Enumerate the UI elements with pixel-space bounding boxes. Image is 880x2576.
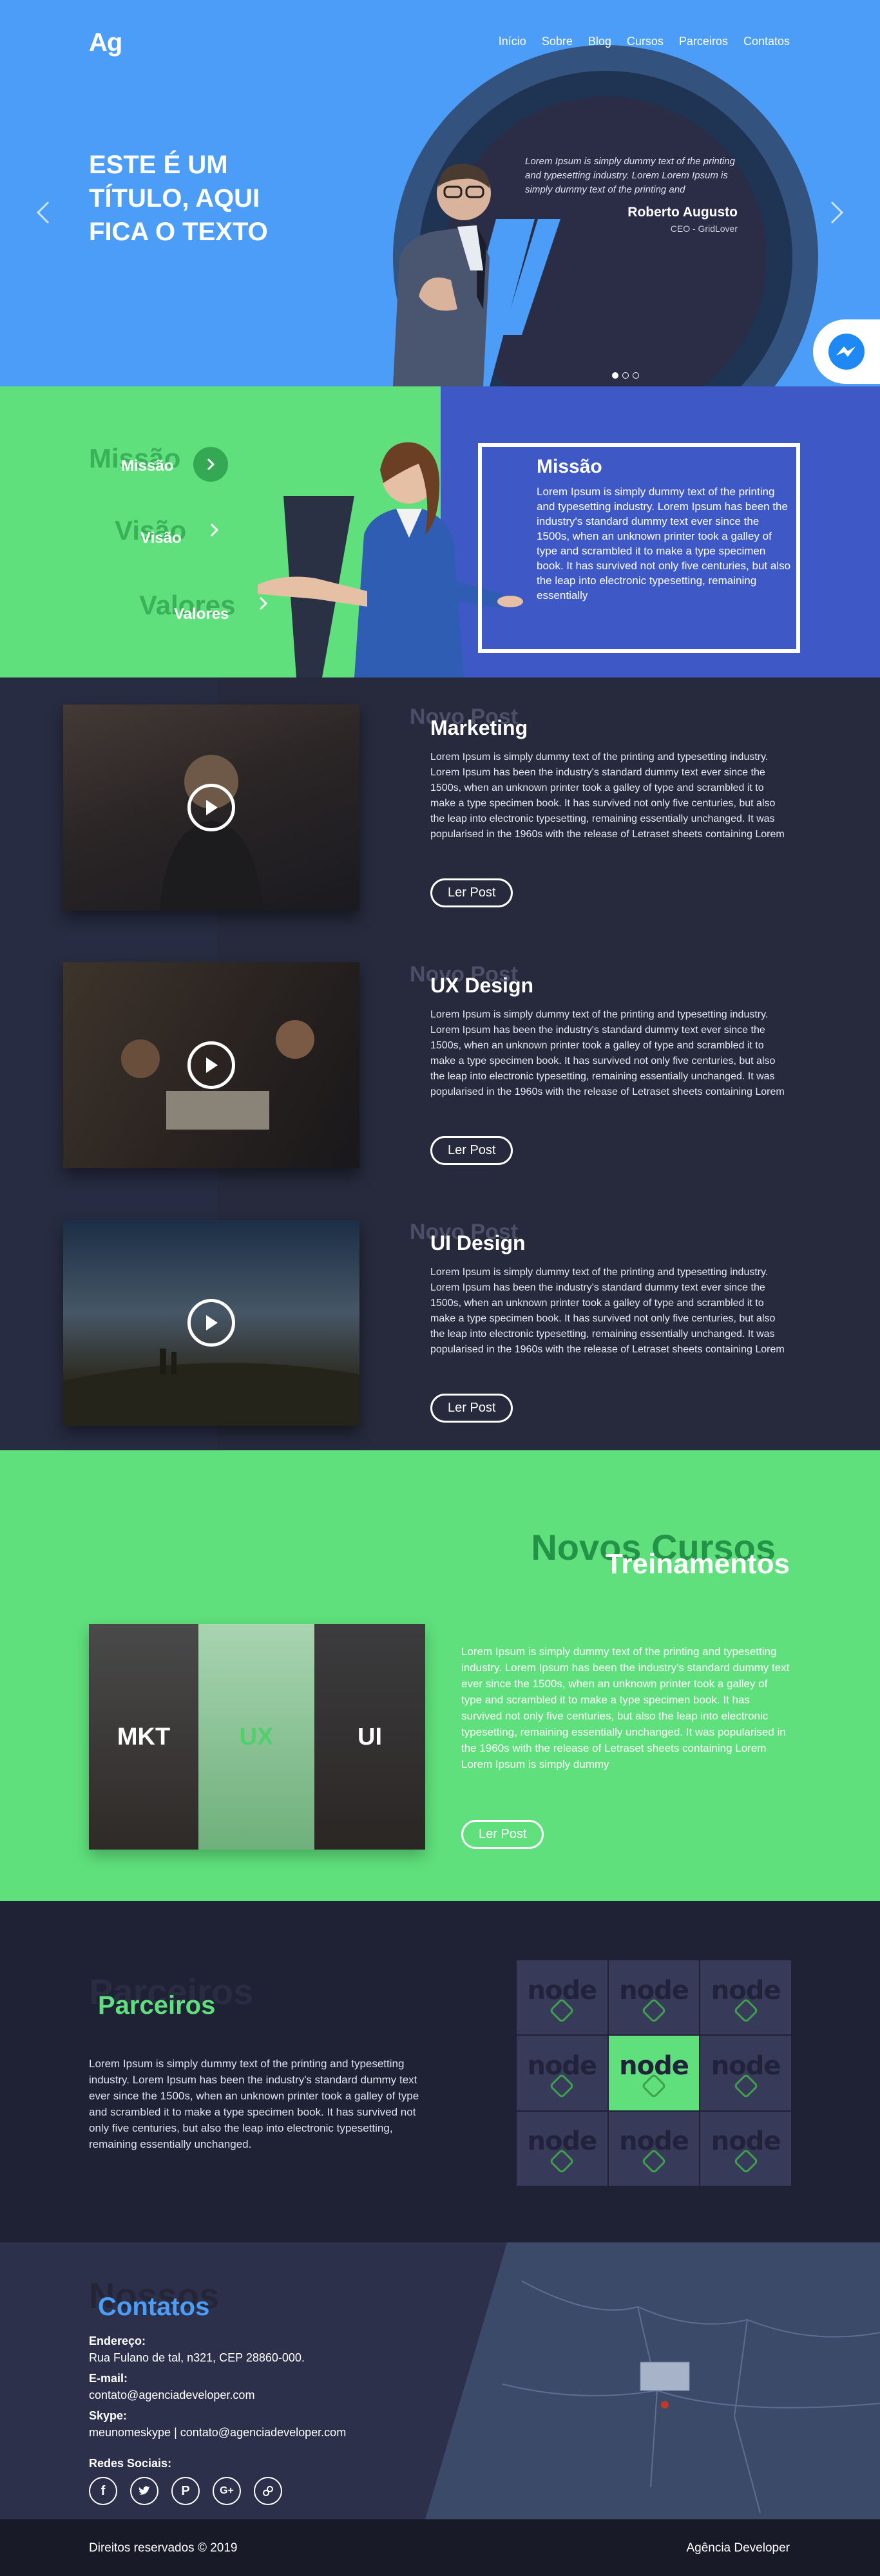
pinterest-icon[interactable]: P xyxy=(171,2477,200,2505)
courses-title: Treinamentos xyxy=(605,1548,790,1580)
messenger-button[interactable] xyxy=(813,319,880,384)
nav-item-cursos[interactable]: Cursos xyxy=(627,35,664,48)
google-plus-icon[interactable]: G+ xyxy=(213,2477,241,2505)
partner-logo[interactable]: node xyxy=(608,1960,700,2035)
hero-section: Ag Início Sobre Blog Cursos Parceiros Co… xyxy=(0,0,880,386)
messenger-icon xyxy=(828,334,865,370)
partner-logo[interactable]: node xyxy=(608,2111,700,2186)
tab-visao[interactable]: Visão xyxy=(140,529,182,547)
nav-item-contatos[interactable]: Contatos xyxy=(743,35,790,48)
play-button[interactable] xyxy=(187,1299,235,1347)
address-label: Endereço: xyxy=(89,2334,146,2347)
footer: Direitos reservados © 2019 Agência Devel… xyxy=(0,2519,880,2576)
read-post-button[interactable]: Ler Post xyxy=(430,1394,513,1423)
play-icon xyxy=(206,1315,218,1331)
partner-logo-active[interactable]: node xyxy=(608,2036,700,2110)
post-title-ux[interactable]: UX Design xyxy=(430,974,533,998)
mission-box: Missão Lorem Ipsum is simply dummy text … xyxy=(537,456,794,603)
map-graphic xyxy=(502,2280,880,2514)
address-value: Rua Fulano de tal, n321, CEP 28860-000. xyxy=(89,2351,305,2364)
email-link[interactable]: contato@agenciadeveloper.com xyxy=(89,2389,254,2401)
partner-logo[interactable]: node xyxy=(517,2111,607,2186)
course-card-ui[interactable]: UI xyxy=(314,1624,425,1850)
partner-logo[interactable]: node xyxy=(700,1960,791,2035)
post-image-ux[interactable] xyxy=(63,962,359,1168)
skype-label: Skype: xyxy=(89,2409,128,2422)
quote-author-name: Roberto Augusto xyxy=(627,205,738,220)
course-card-mkt[interactable]: MKT xyxy=(89,1624,198,1850)
main-nav: Início Sobre Blog Cursos Parceiros Conta… xyxy=(499,35,790,48)
course-cards: MKT UX UI xyxy=(89,1624,425,1850)
partner-logo[interactable]: node xyxy=(700,2036,791,2110)
partners-text: Lorem Ipsum is simply dummy text of the … xyxy=(89,2058,419,2150)
email-label: E-mail: xyxy=(89,2372,128,2385)
footer-copyright: Direitos reservados © 2019 xyxy=(89,2541,238,2555)
post-title-marketing[interactable]: Marketing xyxy=(430,716,528,740)
skype-value[interactable]: meunomeskype | contato@agenciadeveloper.… xyxy=(89,2426,346,2439)
partner-logo[interactable]: node xyxy=(517,2036,607,2110)
play-button[interactable] xyxy=(187,784,235,831)
post-text-marketing: Lorem Ipsum is simply dummy text of the … xyxy=(430,752,785,840)
facebook-icon[interactable]: f xyxy=(89,2477,117,2505)
link-icon[interactable] xyxy=(254,2477,282,2505)
slider-dot-1[interactable] xyxy=(612,372,618,379)
post-title-ui[interactable]: UI Design xyxy=(430,1231,526,1255)
post-text-ux: Lorem Ipsum is simply dummy text of the … xyxy=(430,1009,785,1097)
quote-author-role: CEO - GridLover xyxy=(670,223,738,234)
logo[interactable]: Ag xyxy=(89,28,122,57)
mission-box-text: Lorem Ipsum is simply dummy text of the … xyxy=(537,486,791,601)
nav-item-parceiros[interactable]: Parceiros xyxy=(679,35,728,48)
twitter-icon[interactable] xyxy=(130,2477,158,2505)
chevron-right-icon xyxy=(207,458,215,471)
tab-missao[interactable]: Missão xyxy=(121,457,173,475)
course-card-ux[interactable]: UX xyxy=(198,1624,314,1850)
partners-section: Parceiros Parceiros Lorem Ipsum is simpl… xyxy=(0,1901,880,2242)
read-post-button[interactable]: Ler Post xyxy=(430,878,513,907)
nav-item-sobre[interactable]: Sobre xyxy=(542,35,573,48)
nav-item-blog[interactable]: Blog xyxy=(588,35,611,48)
social-links: f P G+ xyxy=(89,2477,282,2505)
post-image-marketing[interactable] xyxy=(63,705,359,911)
post-text-ui: Lorem Ipsum is simply dummy text of the … xyxy=(430,1267,785,1355)
partners-title: Parceiros xyxy=(98,1991,216,2020)
partner-logo[interactable]: node xyxy=(517,1960,607,2035)
partner-logo[interactable]: node xyxy=(700,2111,791,2186)
posts-section: Novo Post Marketing Lorem Ipsum is simpl… xyxy=(0,677,880,1450)
chevron-left-icon[interactable] xyxy=(35,200,51,232)
courses-text: Lorem Ipsum is simply dummy text of the … xyxy=(461,1645,790,1770)
contact-info: Endereço: Rua Fulano de tal, n321, CEP 2… xyxy=(89,2333,346,2472)
play-button[interactable] xyxy=(187,1041,235,1089)
slider-dot-3[interactable] xyxy=(633,372,639,379)
tab-visao-arrow[interactable] xyxy=(207,520,222,543)
footer-brand[interactable]: Agência Developer xyxy=(686,2541,790,2555)
tab-valores[interactable]: Valores xyxy=(174,605,229,623)
slider-dot-2[interactable] xyxy=(622,372,629,379)
partners-logo-grid: node node node node node node node node … xyxy=(517,1960,791,2186)
hero-quote: Lorem Ipsum is simply dummy text of the … xyxy=(525,156,735,195)
slider-dots xyxy=(612,372,639,379)
chevron-right-icon[interactable] xyxy=(829,200,845,232)
play-icon xyxy=(206,800,218,815)
courses-section: Novos Cursos Treinamentos MKT UX UI Lore… xyxy=(0,1450,880,1901)
contact-section: Nossos Contatos Endereço: Rua Fulano de … xyxy=(0,2242,880,2519)
chevron-right-icon xyxy=(210,523,219,537)
hero-title: ESTE É UM TÍTULO, AQUI FICA O TEXTO xyxy=(89,151,268,246)
social-label: Redes Sociais: xyxy=(89,2457,172,2470)
mission-section: Missão Missão Visão Visão Valores Valore… xyxy=(0,386,880,677)
nav-item-inicio[interactable]: Início xyxy=(499,35,526,48)
tab-missao-arrow[interactable] xyxy=(193,447,228,482)
play-icon xyxy=(206,1057,218,1073)
read-post-button[interactable]: Ler Post xyxy=(430,1136,513,1165)
post-image-ui[interactable] xyxy=(63,1220,359,1426)
contact-title: Contatos xyxy=(98,2293,210,2321)
mission-box-title: Missão xyxy=(537,456,602,477)
read-post-button[interactable]: Ler Post xyxy=(461,1820,544,1849)
location-map[interactable] xyxy=(425,2242,880,2519)
